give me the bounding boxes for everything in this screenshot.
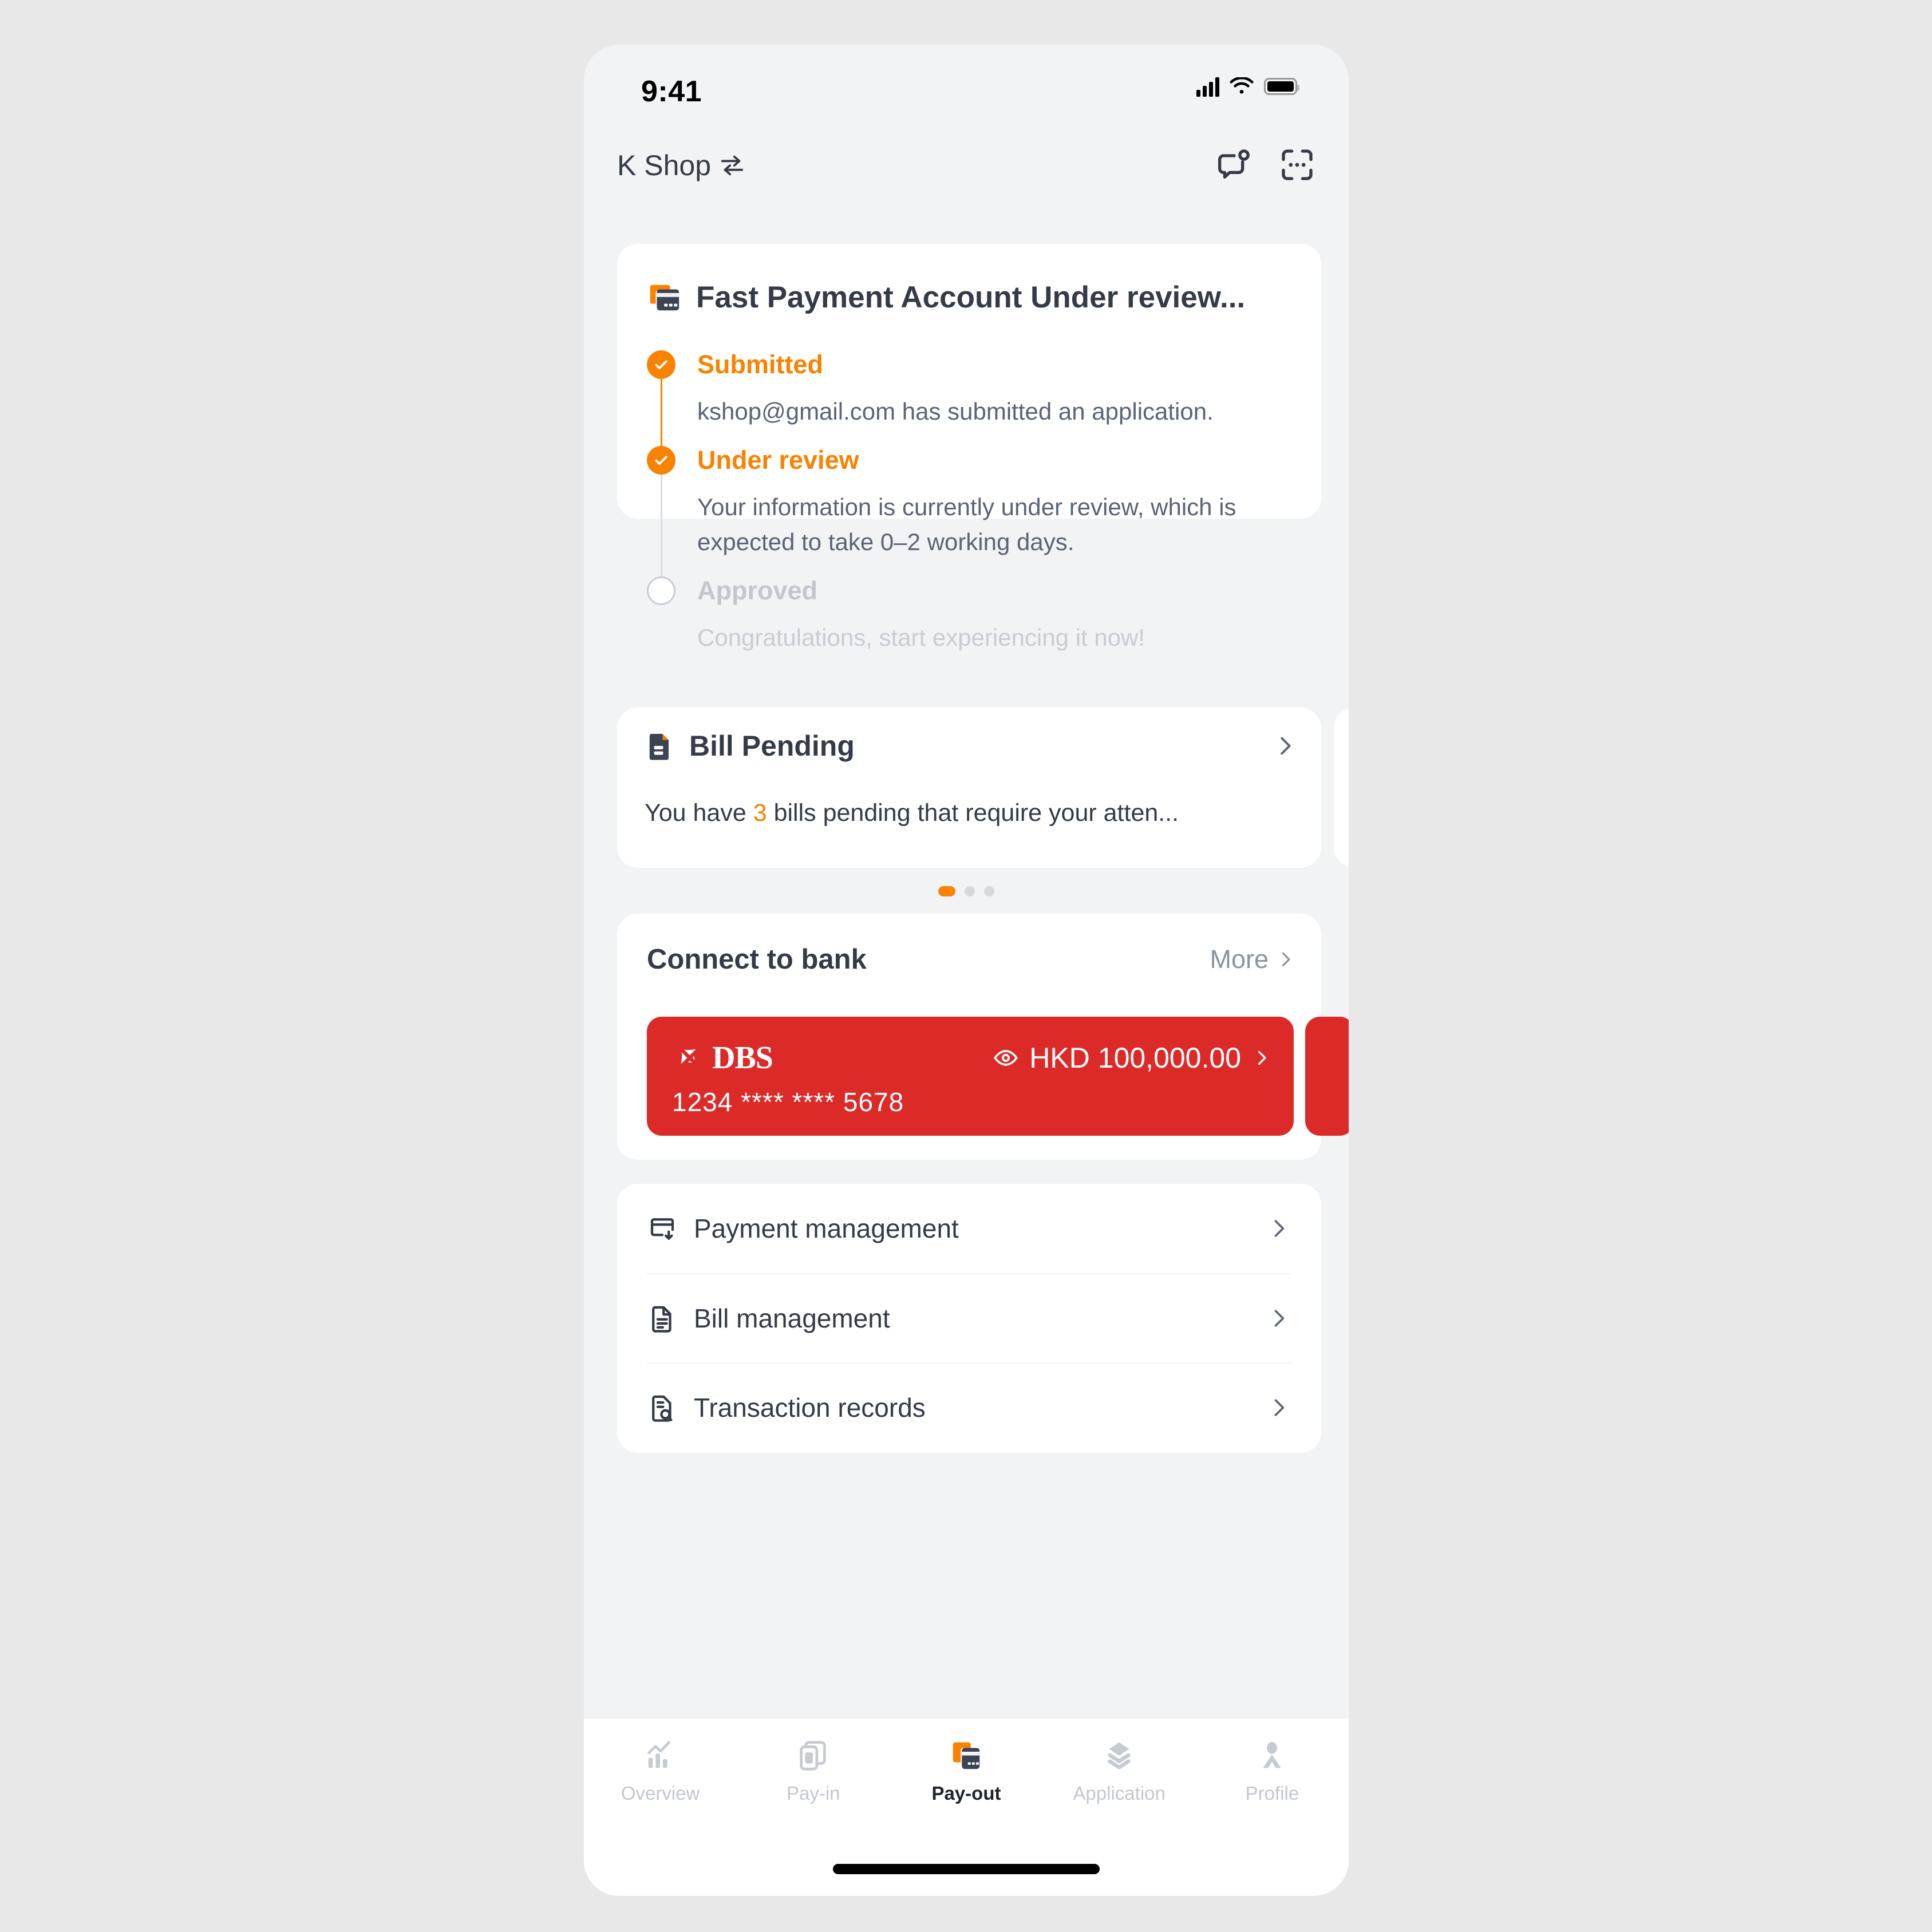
menu-item-payment-management[interactable]: Payment management [647,1184,1291,1273]
bill-pending-count: 3 [753,799,767,827]
person-icon [1263,1741,1281,1768]
phone-screen: 9:41 K Shop Fast Payment Account Under r… [584,45,1349,1896]
tab-application[interactable]: Application [1043,1738,1196,1804]
timeline-step-approved: Approved Congratulations, start experien… [647,574,1296,670]
chevron-right-icon[interactable] [1272,733,1298,759]
bill-desc-suffix: bills pending that require your atten... [767,799,1179,827]
chevron-right-icon [1282,952,1290,967]
bill-pending-description: You have 3 bills pending that require yo… [645,799,1298,827]
check-circle-icon [647,350,675,379]
timeline-step-description: Congratulations, start experiencing it n… [697,624,1145,651]
bill-pending-card[interactable]: Bill Pending You have 3 bills pending th… [617,708,1321,868]
switch-arrows-icon [721,155,744,176]
chart-bars-icon [647,1741,670,1768]
account-status-card[interactable]: Fast Payment Account Under review... Sub… [617,244,1321,651]
carousel-next-card-peek[interactable] [1334,708,1349,868]
pay-in-card-icon [800,1741,826,1771]
card-download-icon [650,1218,674,1240]
timeline-step-label: Under review [697,445,859,475]
menu-item-transaction-records[interactable]: Transaction records [647,1362,1291,1452]
menu-item-bill-management[interactable]: Bill management [647,1273,1291,1362]
timeline-connector [661,377,662,452]
account-status-title: Fast Payment Account Under review... [696,280,1246,314]
bank-more-link[interactable]: More [1210,945,1296,974]
carousel-dot-2[interactable] [965,886,975,896]
quick-links-card: Payment management Bill management Trans… [617,1184,1321,1453]
connect-to-bank-title: Connect to bank [647,944,867,975]
message-notification-icon[interactable] [1216,147,1253,183]
payment-cards-icon [650,285,679,311]
document-search-icon [652,1395,673,1422]
account-status-title-row: Fast Payment Account Under review... [647,279,1321,315]
wifi-icon [1230,77,1254,94]
timeline-step-description: Your information is currently under revi… [697,493,1236,555]
scan-qr-icon[interactable] [1279,147,1315,183]
app-header-actions [1216,147,1315,183]
menu-item-label: Bill management [694,1303,890,1333]
document-alert-icon [649,734,669,760]
connect-to-bank-header: Connect to bank More [647,943,1296,975]
application-timeline: Submitted kshop@gmail.com has submitted … [647,348,1296,670]
status-bar-icons [1196,76,1299,97]
dbs-logo: DBS [672,1040,773,1076]
tab-pay-out[interactable]: Pay-out [890,1738,1042,1804]
tab-label: Pay-in [787,1783,840,1804]
timeline-step-under-review: Under review Your information is current… [647,444,1296,582]
bank-more-label: More [1210,945,1269,974]
carousel-pagination[interactable] [584,886,1349,896]
carousel-dot-1[interactable] [938,886,955,896]
bill-pending-header: Bill Pending [645,729,1298,762]
status-bar: 9:41 [584,45,1349,131]
tab-label: Profile [1245,1783,1299,1804]
bank-account-tile[interactable]: DBS HKD 100,000.00 1234 **** **** 5678 [647,1017,1294,1136]
check-circle-icon [647,446,675,475]
chevron-right-icon [1274,1220,1285,1237]
bill-desc-prefix: You have [645,799,753,827]
timeline-step-label: Submitted [697,350,823,379]
bank-balance-amount: HKD 100,000.00 [1029,1042,1241,1074]
home-indicator [833,1864,1100,1874]
bank-card-next-peek[interactable] [1305,1017,1349,1136]
app-header: K Shop [584,132,1349,205]
tab-profile[interactable]: Profile [1196,1738,1349,1804]
chevron-right-icon [1274,1399,1285,1416]
bill-pending-title: Bill Pending [689,730,855,762]
status-bar-time: 9:41 [641,75,702,108]
empty-circle-icon [647,576,675,605]
carousel-dot-3[interactable] [984,886,994,896]
connect-to-bank-card: Connect to bank More DBS HKD 100,000.00 … [617,914,1349,1160]
tab-label: Overview [621,1783,700,1804]
menu-item-label: Payment management [694,1214,959,1243]
chevron-right-icon [1274,1310,1285,1327]
eye-visible-icon[interactable] [993,1045,1019,1071]
bank-tile-top-row: DBS HKD 100,000.00 [672,1040,1272,1076]
timeline-step-description: kshop@gmail.com has submitted an applica… [697,398,1214,425]
shop-name: K Shop [617,149,712,181]
pay-out-card-icon [953,1742,980,1769]
document-lines-icon [652,1306,671,1333]
dbs-logo-icon [678,1046,702,1070]
shop-switcher[interactable]: K Shop [617,149,745,182]
tab-label: Application [1073,1783,1165,1804]
chevron-right-icon [1258,1050,1266,1065]
bottom-tab-bar: Overview Pay-in Pay-out Application Prof… [584,1718,1349,1896]
menu-item-label: Transaction records [694,1393,926,1423]
tab-label: Pay-out [931,1783,1001,1804]
tab-pay-in[interactable]: Pay-in [737,1738,890,1804]
layers-icon [1108,1742,1131,1769]
timeline-step-label: Approved [697,576,818,605]
cellular-signal-icon [1196,76,1219,97]
dbs-wordmark: DBS [712,1040,773,1076]
bank-balance-group[interactable]: HKD 100,000.00 [993,1041,1272,1074]
bank-card-number: 1234 **** **** 5678 [672,1087,904,1117]
battery-icon [1264,78,1299,95]
tab-overview[interactable]: Overview [584,1738,737,1804]
timeline-connector [661,472,662,582]
timeline-step-submitted: Submitted kshop@gmail.com has submitted … [647,348,1296,452]
